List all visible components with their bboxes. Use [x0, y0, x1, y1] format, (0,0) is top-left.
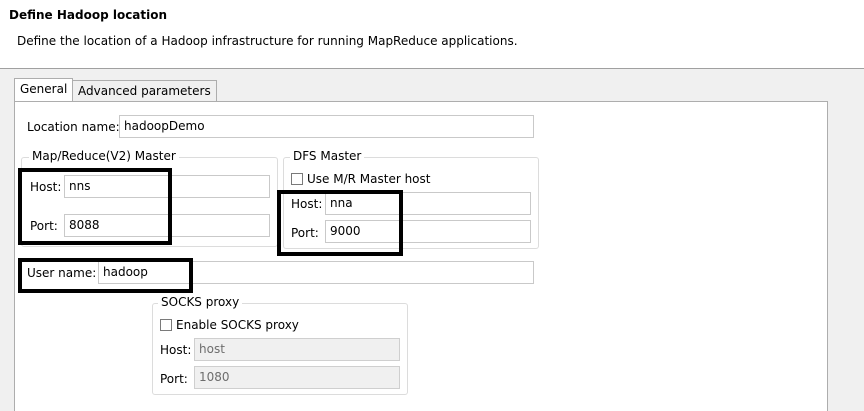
dfs-master-highlight-box	[277, 190, 403, 256]
wizard-header: Define Hadoop location Define the locati…	[0, 0, 864, 69]
mr-master-title: Map/Reduce(V2) Master	[29, 149, 179, 163]
enable-socks-proxy-checkbox[interactable]	[160, 319, 172, 331]
location-name-input[interactable]: hadoopDemo	[119, 115, 534, 138]
tab-general[interactable]: General	[14, 78, 74, 102]
enable-socks-proxy-label: Enable SOCKS proxy	[176, 318, 299, 332]
location-name-label: Location name:	[27, 120, 120, 134]
mr-master-highlight-box	[18, 168, 172, 245]
page-title: Define Hadoop location	[9, 8, 168, 22]
socks-proxy-title: SOCKS proxy	[158, 295, 243, 309]
page-description: Define the location of a Hadoop infrastr…	[17, 34, 518, 48]
use-mr-master-host-label: Use M/R Master host	[307, 172, 431, 186]
tab-advanced-parameters[interactable]: Advanced parameters	[72, 80, 217, 102]
socks-port-input[interactable]: 1080	[194, 366, 400, 389]
socks-port-label: Port:	[160, 372, 188, 386]
general-tab-panel	[14, 101, 828, 411]
use-mr-master-host-checkbox[interactable]	[291, 173, 303, 185]
dfs-master-title: DFS Master	[290, 149, 365, 163]
user-name-highlight-box	[18, 258, 193, 293]
socks-host-input[interactable]: host	[194, 338, 400, 361]
socks-host-label: Host:	[160, 343, 192, 357]
